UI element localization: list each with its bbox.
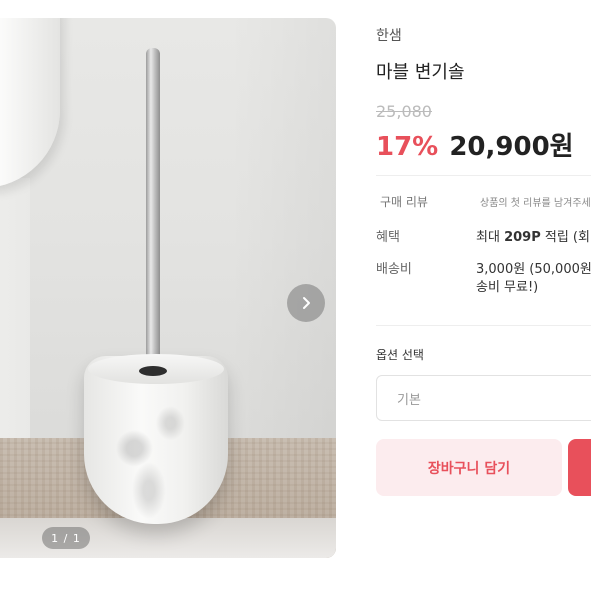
option-select[interactable]: 기본 [376, 375, 591, 421]
review-label: 구매 리뷰 [380, 195, 428, 209]
product-image[interactable]: 1 / 1 [0, 18, 336, 558]
add-to-cart-button[interactable]: 장바구니 담기 [376, 439, 562, 496]
shipping-value-line2: 송비 무료!) [476, 280, 539, 295]
next-image-button[interactable] [287, 284, 325, 322]
shipping-label: 배송비 [376, 262, 412, 277]
image-counter: 1 / 1 [42, 527, 90, 549]
benefit-points: 209P [504, 230, 541, 245]
wall-background [230, 18, 336, 458]
buy-now-button[interactable] [568, 439, 591, 496]
product-title: 마블 변기솔 [376, 62, 465, 83]
divider [376, 175, 591, 176]
brush-handle [146, 48, 160, 378]
benefit-label: 혜택 [376, 230, 400, 245]
brand-name[interactable]: 한샘 [376, 25, 402, 45]
shipping-value-line1: 3,000원 (50,000원 [476, 262, 591, 277]
brush-ring [139, 366, 167, 376]
toilet-bowl [0, 18, 60, 188]
benefit-value: 최대 209P 적립 (회 [476, 226, 590, 245]
toilet-base [0, 178, 30, 468]
review-link[interactable]: 상품의 첫 리뷰를 남겨주세요 [480, 194, 591, 209]
option-selected-value: 기본 [397, 392, 421, 408]
price-row: 17% 20,900원 [376, 126, 574, 163]
original-price: 25,080 [376, 102, 432, 121]
discount-rate: 17% [376, 132, 439, 162]
chevron-right-icon [303, 297, 310, 309]
divider [376, 325, 591, 326]
benefit-prefix: 최대 [476, 230, 505, 245]
option-heading: 옵션 선택 [376, 348, 424, 362]
sale-price: 20,900원 [449, 132, 574, 162]
benefit-suffix: 적립 (회 [540, 230, 590, 245]
